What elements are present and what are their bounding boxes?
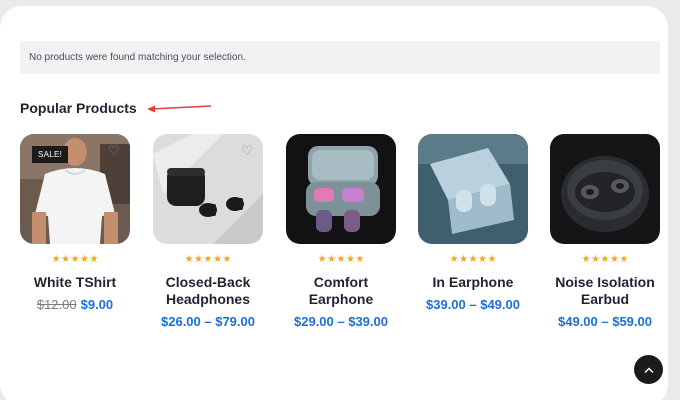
- product-image[interactable]: [418, 134, 528, 244]
- product-card-closed-back-headphones[interactable]: ♡ ★ ★ ★ ★ ★ Closed-Back Headphones $26.00 – …: [153, 134, 263, 330]
- heart-icon[interactable]: ♡: [106, 142, 122, 158]
- product-card-in-earphone[interactable]: ★ ★ ★ ★ ★ In Earphone $39.00 – $49.00: [418, 134, 528, 313]
- product-name[interactable]: Closed-Back Headphones: [153, 274, 263, 308]
- product-name[interactable]: Noise Isolation Earbud: [550, 274, 660, 308]
- no-products-notice: No products were found matching your sel…: [20, 41, 660, 74]
- rating-stars: ★ ★ ★ ★ ★: [449, 254, 497, 265]
- product-image[interactable]: ♡: [153, 134, 263, 244]
- product-price: $26.00 – $79.00: [161, 314, 255, 329]
- chevron-up-icon: [644, 366, 653, 373]
- product-name[interactable]: In Earphone: [418, 274, 528, 291]
- popular-products-heading: Popular Products: [20, 100, 137, 116]
- product-price: $12.00 $9.00: [20, 296, 130, 313]
- rating-stars: ★ ★ ★ ★ ★: [317, 254, 365, 265]
- product-price: $29.00 – $39.00: [294, 314, 388, 329]
- annotation-arrow-icon: [147, 105, 212, 113]
- product-price: $49.00 – $59.00: [558, 314, 652, 329]
- rating-stars: ★ ★ ★ ★ ★: [581, 254, 629, 265]
- original-price: $12.00: [36, 297, 77, 312]
- product-card-comfort-earphone[interactable]: ★ ★ ★ ★ ★ Comfort Earphone $29.00 – $39.00: [286, 134, 396, 330]
- rating-stars: ★ ★ ★ ★ ★: [51, 254, 99, 265]
- sale-price: $9.00: [80, 297, 114, 312]
- sale-badge: SALE!: [32, 146, 69, 163]
- product-image[interactable]: [286, 134, 396, 244]
- product-name[interactable]: White TShirt: [20, 274, 130, 291]
- product-price: $39.00 – $49.00: [426, 297, 520, 312]
- rating-stars: ★ ★ ★ ★ ★: [184, 254, 232, 265]
- product-card-noise-isolation-earbud[interactable]: ★ ★ ★ ★ ★ Noise Isolation Earbud $49.00 – $5…: [550, 134, 660, 330]
- heart-icon[interactable]: ♡: [239, 142, 255, 158]
- back-to-top-button[interactable]: [634, 355, 663, 384]
- product-card-white-tshirt[interactable]: SALE! ♡ ★ ★ ★ ★ ★ White TShirt $12.00 $9.00: [20, 134, 130, 313]
- product-image[interactable]: SALE! ♡: [20, 134, 130, 244]
- product-name[interactable]: Comfort Earphone: [286, 274, 396, 308]
- product-image[interactable]: [550, 134, 660, 244]
